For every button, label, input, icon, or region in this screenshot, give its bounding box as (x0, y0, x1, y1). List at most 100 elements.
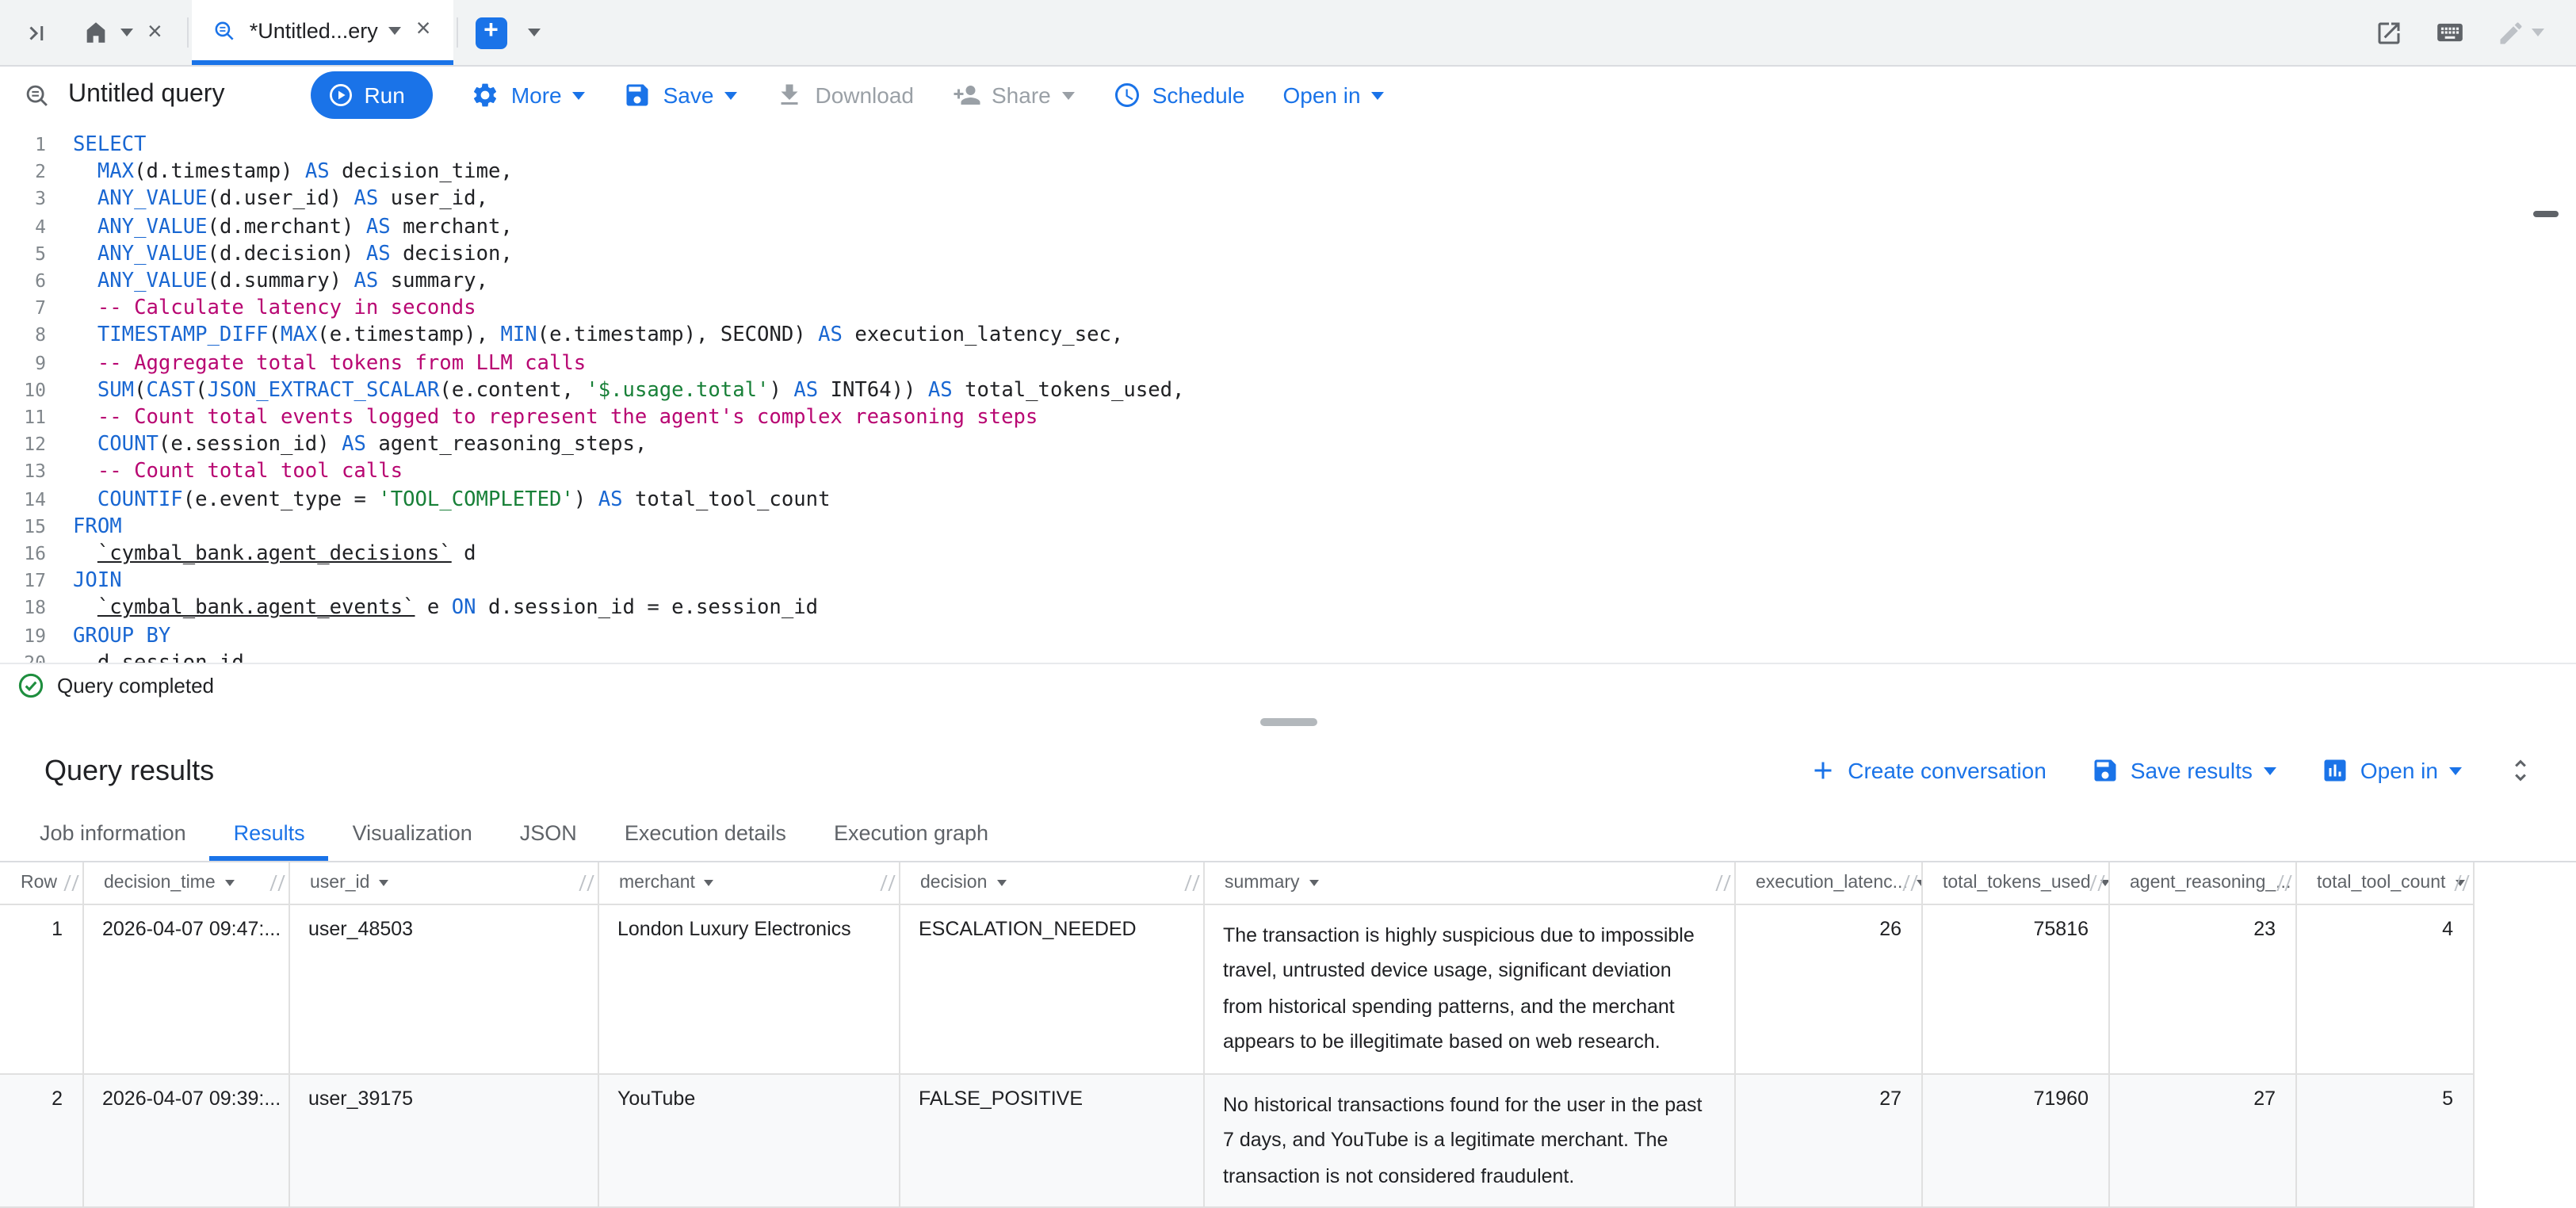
edit-pen-icon (2497, 18, 2525, 47)
schedule-label: Schedule (1152, 82, 1245, 108)
keyboard-shortcuts-icon[interactable] (2435, 17, 2465, 48)
line-number: 5 (0, 241, 73, 268)
sort-caret-icon[interactable] (225, 879, 235, 885)
code-line: 17JOIN (0, 568, 2576, 595)
results-tab-execution-details[interactable]: Execution details (601, 805, 810, 861)
collapse-panel-icon[interactable] (10, 0, 63, 65)
line-number: 2 (0, 159, 73, 185)
home-tab-caret-icon[interactable] (120, 29, 133, 36)
column-header-label: decision (920, 874, 987, 893)
column-header-merchant[interactable]: merchant (598, 862, 899, 904)
tab-label: *Untitled...ery (250, 18, 378, 42)
column-header-label: decision_time (104, 874, 216, 893)
editor-scrollbar-thumb[interactable] (2533, 211, 2559, 217)
results-tab-job-information[interactable]: Job information (16, 805, 210, 861)
line-number: 18 (0, 595, 73, 622)
code-line: 13 -- Count total tool calls (0, 459, 2576, 486)
query-magnifier-icon (22, 80, 52, 110)
results-title: Query results (44, 754, 214, 787)
code-line: 19GROUP BY (0, 622, 2576, 649)
column-header-label: total_tool_count (2317, 874, 2445, 893)
sort-caret-icon[interactable] (1309, 879, 1319, 885)
results-tab-json[interactable]: JSON (496, 805, 601, 861)
code-text: ANY_VALUE(d.summary) AS summary, (73, 268, 488, 295)
untitled-tab-caret-icon[interactable] (389, 26, 402, 34)
code-lines: 1SELECT2 MAX(d.timestamp) AS decision_ti… (0, 132, 2576, 663)
column-header-execution-latenc[interactable]: execution_latenc... (1734, 862, 1921, 904)
query-toolbar: Untitled query Run More Save (0, 67, 2576, 124)
table-cell: 2 (0, 1073, 82, 1207)
gear-icon (472, 81, 500, 109)
run-play-icon (327, 82, 353, 108)
column-header-decision[interactable]: decision (899, 862, 1203, 904)
sort-caret-icon[interactable] (379, 879, 388, 885)
save-button[interactable]: Save (624, 81, 738, 109)
save-label: Save (663, 82, 714, 108)
results-tab-results[interactable]: Results (210, 805, 329, 861)
column-resize-handle[interactable] (63, 875, 78, 891)
create-conversation-button[interactable]: Create conversation (1808, 756, 2047, 785)
column-resize-handle[interactable] (269, 875, 284, 891)
table-cell: The transaction is highly suspicious due… (1203, 904, 1734, 1073)
download-icon (775, 81, 804, 109)
close-untitled-tab-icon[interactable]: × (413, 16, 434, 44)
table-cell: 26 (1734, 904, 1921, 1073)
person-add-icon (952, 81, 980, 109)
column-header-total-tokens-used[interactable]: total_tokens_used (1921, 862, 2108, 904)
code-text: SELECT (73, 132, 146, 159)
download-button[interactable]: Download (775, 81, 914, 109)
more-button[interactable]: More (472, 81, 586, 109)
results-tab-visualization[interactable]: Visualization (329, 805, 496, 861)
results-open-in-button[interactable]: Open in (2321, 756, 2462, 785)
line-number: 12 (0, 431, 73, 458)
sort-caret-icon[interactable] (996, 879, 1006, 885)
results-tab-execution-graph[interactable]: Execution graph (810, 805, 1012, 861)
code-text: `cymbal_bank.agent_decisions` d (73, 541, 476, 568)
column-header-user-id[interactable]: user_id (289, 862, 598, 904)
table-row: 22026-04-07 09:39:...user_39175YouTubeFA… (0, 1073, 2473, 1207)
code-line: 14 COUNTIF(e.event_type = 'TOOL_COMPLETE… (0, 486, 2576, 513)
code-text: COUNTIF(e.event_type = 'TOOL_COMPLETED')… (73, 486, 831, 513)
panel-resize-handle[interactable] (1259, 717, 1317, 725)
table-cell: user_48503 (289, 904, 598, 1073)
column-header-summary[interactable]: summary (1203, 862, 1734, 904)
sql-editor[interactable]: 1SELECT2 MAX(d.timestamp) AS decision_ti… (0, 124, 2576, 663)
save-results-button[interactable]: Save results (2091, 756, 2276, 785)
tab-home[interactable]: × (63, 0, 185, 65)
edit-tools-menu[interactable] (2497, 18, 2544, 47)
run-label: Run (364, 82, 404, 108)
column-header-row: Row (0, 862, 82, 904)
schedule-button[interactable]: Schedule (1113, 81, 1245, 109)
code-text: d.session_id (73, 650, 244, 663)
column-resize-handle[interactable] (879, 875, 894, 891)
code-line: 12 COUNT(e.session_id) AS agent_reasonin… (0, 431, 2576, 458)
table-cell: 2026-04-07 09:47:... (82, 904, 289, 1073)
code-line: 4 ANY_VALUE(d.merchant) AS merchant, (0, 213, 2576, 240)
query-title: Untitled query (68, 81, 224, 109)
download-label: Download (815, 82, 914, 108)
more-label: More (511, 82, 562, 108)
table-cell: 4 (2295, 904, 2473, 1073)
line-number: 19 (0, 622, 73, 649)
share-button[interactable]: Share (952, 81, 1075, 109)
tab-list-caret-icon[interactable] (527, 29, 540, 36)
open-in-button[interactable]: Open in (1283, 82, 1385, 108)
table-cell: user_39175 (289, 1073, 598, 1207)
column-resize-handle[interactable] (2089, 875, 2104, 891)
column-resize-handle[interactable] (1183, 875, 1198, 891)
add-tab-button[interactable]: + (475, 17, 506, 48)
tab-untitled-query[interactable]: *Untitled...ery × (193, 0, 453, 65)
column-header-agent-reasoning[interactable]: agent_reasoning_... (2108, 862, 2295, 904)
column-resize-handle[interactable] (578, 875, 593, 891)
expand-panel-icon[interactable] (2506, 756, 2535, 785)
save-results-caret-icon (2264, 766, 2276, 774)
open-in-new-tab-icon[interactable] (2375, 18, 2403, 47)
column-header-total-tool-count[interactable]: total_tool_count (2295, 862, 2473, 904)
close-home-tab-icon[interactable]: × (144, 18, 166, 47)
column-header-decision-time[interactable]: decision_time (82, 862, 289, 904)
column-header-label: agent_reasoning_... (2130, 874, 2291, 893)
sort-caret-icon[interactable] (705, 879, 714, 885)
column-resize-handle[interactable] (1714, 875, 1729, 891)
run-button[interactable]: Run (310, 71, 433, 119)
chart-icon (2321, 756, 2349, 785)
